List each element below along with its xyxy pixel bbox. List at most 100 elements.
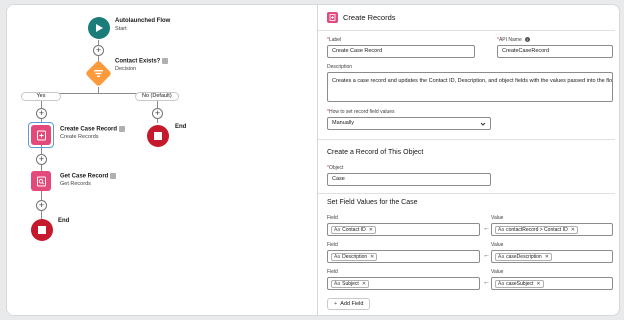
get-records-icon[interactable]	[31, 171, 51, 191]
flow-builder-frame: Autolaunched Flow Start + Contact Exists…	[6, 4, 620, 316]
properties-panel: Create Records *Label Create Case Record…	[317, 5, 619, 315]
remove-icon[interactable]: ✕	[362, 279, 366, 290]
decision-node-subtitle: Decision	[115, 66, 137, 72]
text-resource-icon: Aa	[334, 253, 341, 260]
chevron-down-icon	[480, 122, 486, 126]
label-input[interactable]: Create Case Record	[327, 45, 475, 58]
get-title-text: Get Case Record	[60, 173, 109, 180]
how-to-set-select[interactable]: Manually	[327, 117, 491, 130]
create-node-title: Create Case Record	[60, 126, 126, 133]
value-chip-label: caseDescription	[506, 253, 542, 260]
branch-label-default[interactable]: No (Default)	[135, 92, 179, 101]
how-to-set-caption: How to set record field values	[328, 109, 395, 115]
panel-title: Create Records	[343, 13, 396, 22]
play-icon	[96, 24, 103, 32]
end-node-icon[interactable]	[31, 219, 53, 241]
value-input[interactable]: Aa caseDescription ✕	[491, 250, 613, 263]
description-textarea[interactable]: Creates a case record and updates the Co…	[327, 72, 613, 102]
remove-icon[interactable]: ✕	[370, 252, 374, 263]
end-node-icon[interactable]	[147, 125, 169, 147]
add-element-button[interactable]: +	[36, 200, 47, 211]
text-resource-icon: Aa	[334, 280, 341, 287]
value-chip[interactable]: Aa contactRecord > Contact ID ✕	[495, 226, 578, 234]
api-name-caption: API Name	[498, 37, 522, 43]
remove-icon[interactable]: ✕	[545, 252, 549, 263]
field-chip[interactable]: Aa Subject ✕	[331, 279, 370, 290]
filter-icon	[94, 70, 103, 77]
plus-icon: +	[334, 301, 338, 307]
remove-icon[interactable]: ✕	[369, 225, 373, 236]
how-to-set-label: *How to set record field values	[327, 109, 395, 115]
get-node-title: Get Case Record	[60, 173, 117, 180]
info-icon[interactable]: i	[524, 37, 530, 43]
add-element-button[interactable]: +	[93, 45, 104, 56]
scrollbar[interactable]	[615, 5, 619, 315]
text-resource-icon: Aa	[334, 226, 341, 233]
field-label: Field	[327, 269, 338, 275]
label-field-label: *Label	[327, 37, 341, 43]
object-caption: Object	[328, 165, 344, 171]
field-chip[interactable]: Aa Contact ID ✕	[331, 226, 376, 234]
value-chip[interactable]: Aa caseSubject ✕	[495, 280, 544, 288]
field-chip-label: Description	[342, 253, 368, 260]
add-element-button[interactable]: +	[152, 108, 163, 119]
field-chip-label: Subject	[342, 280, 359, 287]
how-to-set-value: Manually	[332, 120, 355, 126]
field-input[interactable]: Aa Subject ✕	[327, 277, 480, 290]
panel-header: Create Records	[318, 5, 619, 31]
field-values-section-title: Set Field Values for the Case	[327, 199, 418, 206]
start-node-icon[interactable]	[88, 17, 110, 39]
field-label: Field	[327, 242, 338, 248]
stop-icon	[154, 132, 162, 140]
field-chip[interactable]: Aa Description ✕	[331, 252, 378, 263]
value-input[interactable]: Aa contactRecord > Contact ID ✕	[491, 223, 613, 236]
record-plus-icon	[36, 130, 46, 140]
branch-label-yes[interactable]: Yes	[21, 92, 61, 101]
start-node-title: Autolaunched Flow	[115, 18, 171, 24]
text-resource-icon: Aa	[498, 253, 505, 260]
create-title-text: Create Case Record	[60, 126, 118, 133]
field-input[interactable]: Aa Description ✕	[327, 250, 480, 263]
value-label: Value	[491, 269, 504, 275]
assign-arrow-icon: ←	[483, 225, 490, 232]
decision-node-title: Contact Exists?	[115, 58, 169, 65]
assign-arrow-icon: ←	[483, 279, 490, 286]
value-chip[interactable]: Aa caseDescription ✕	[495, 253, 552, 261]
field-chip-label: Contact ID	[342, 226, 366, 233]
add-element-button[interactable]: +	[36, 154, 47, 165]
end-label: End	[58, 218, 70, 224]
add-element-button[interactable]: +	[36, 108, 47, 119]
assign-arrow-icon: ←	[483, 252, 490, 259]
text-resource-icon: Aa	[498, 280, 505, 287]
node-menu-icon[interactable]	[110, 173, 117, 179]
api-name-input[interactable]: CreateCaseRecord	[497, 45, 613, 58]
remove-icon[interactable]: ✕	[571, 225, 575, 236]
field-input[interactable]: Aa Contact ID ✕	[327, 223, 480, 236]
section-divider	[318, 193, 619, 194]
create-node-subtitle: Create Records	[60, 134, 99, 140]
decision-title-text: Contact Exists?	[115, 58, 161, 65]
end-label: End	[175, 124, 187, 130]
record-plus-icon	[329, 14, 336, 21]
object-input[interactable]: Case	[327, 173, 491, 186]
value-input[interactable]: Aa caseSubject ✕	[491, 277, 613, 290]
node-menu-icon[interactable]	[119, 126, 126, 132]
value-label: Value	[491, 215, 504, 221]
add-field-label: Add Field	[340, 301, 364, 307]
add-field-button[interactable]: + Add Field	[327, 298, 371, 310]
object-section-title: Create a Record of This Object	[327, 149, 424, 156]
section-divider	[318, 139, 619, 140]
value-chip-label: contactRecord > Contact ID	[506, 226, 568, 233]
stop-icon	[38, 226, 46, 234]
label-caption: Label	[328, 37, 342, 43]
remove-icon[interactable]: ✕	[536, 279, 540, 290]
create-records-icon[interactable]	[31, 125, 51, 145]
record-search-icon	[36, 176, 46, 186]
value-chip-label: caseSubject	[506, 280, 534, 287]
field-label: Field	[327, 215, 338, 221]
value-label: Value	[491, 242, 504, 248]
text-resource-icon: Aa	[498, 226, 505, 233]
create-records-icon	[327, 12, 338, 23]
start-node-subtitle: Start	[115, 26, 127, 32]
node-menu-icon[interactable]	[162, 58, 169, 64]
